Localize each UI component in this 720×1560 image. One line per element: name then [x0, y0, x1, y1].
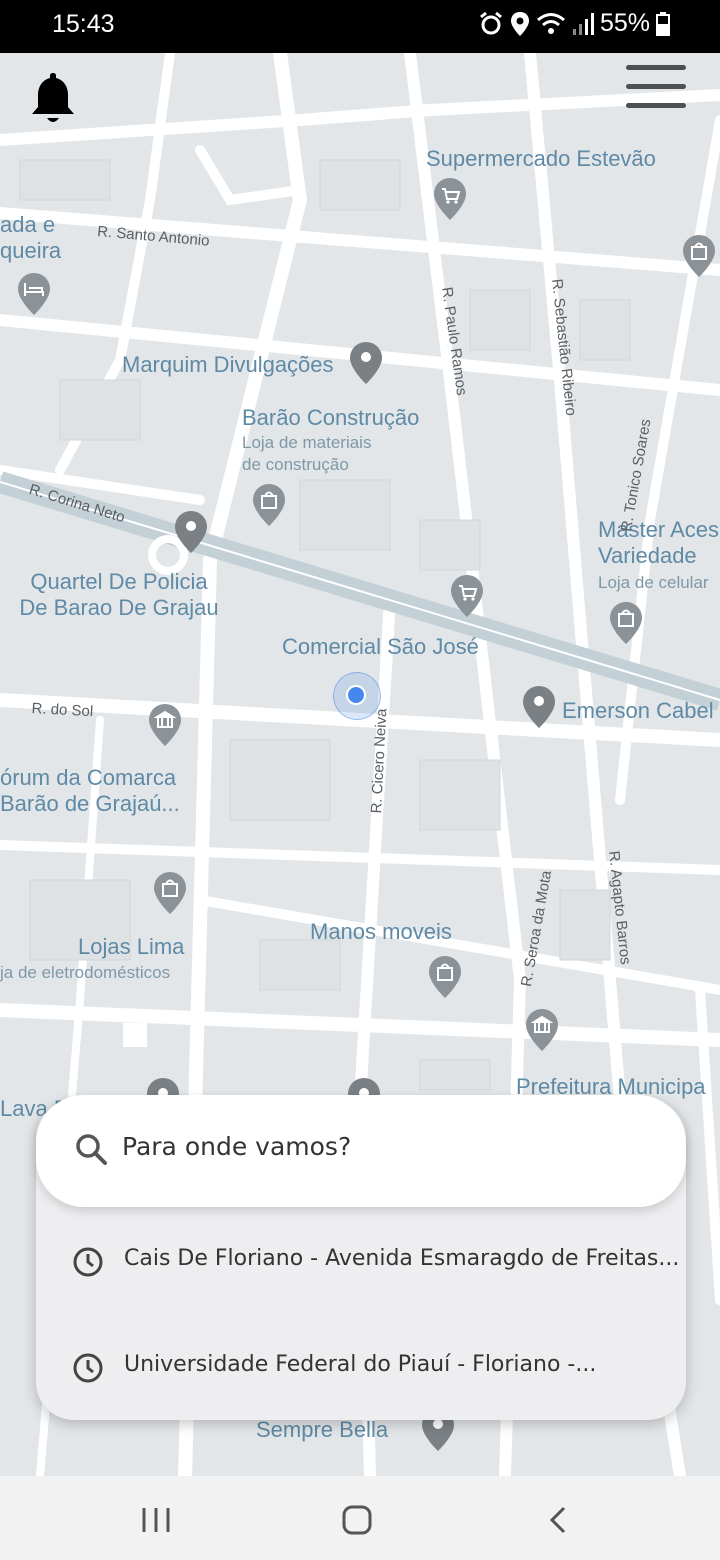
search-icon	[76, 1134, 107, 1165]
poi-label[interactable]: ada e queira	[0, 212, 61, 264]
menu-button[interactable]	[626, 65, 686, 121]
poi-label[interactable]: Master Aces e Variedade	[598, 517, 720, 569]
battery-percent: 55%	[599, 9, 650, 37]
poi-label[interactable]: Quartel De Policia De Barao De Grajau	[14, 569, 224, 621]
poi-label[interactable]: Barão Construção	[242, 405, 419, 431]
poi-label[interactable]: Supermercado Estevão	[426, 146, 656, 172]
menu-line	[626, 84, 686, 89]
poi-label[interactable]: Sempre Bella	[256, 1417, 388, 1443]
government-icon[interactable]	[148, 703, 182, 747]
recent-destination-label: Cais De Floriano - Avenida Esmaragdo de …	[124, 1246, 680, 1271]
shop-icon[interactable]	[428, 955, 462, 999]
status-icons: 55%	[478, 9, 670, 38]
poi-label[interactable]: Manos moveis	[310, 919, 452, 945]
shop-icon[interactable]	[609, 601, 643, 645]
recent-destination-label: Universidade Federal do Piauí - Floriano…	[124, 1352, 597, 1377]
recent-apps-icon[interactable]	[136, 1504, 176, 1536]
search-placeholder: Para onde vamos?	[122, 1132, 352, 1161]
wifi-icon	[536, 12, 565, 34]
poi-label[interactable]: Emerson Cabel	[562, 698, 714, 724]
recent-destination-item[interactable]: Cais De Floriano - Avenida Esmaragdo de …	[36, 1220, 686, 1300]
shop-icon[interactable]	[682, 234, 716, 278]
cart-icon[interactable]	[450, 574, 484, 618]
poi-label[interactable]: Marquim Divulgações	[122, 352, 334, 378]
cart-icon[interactable]	[433, 177, 467, 221]
menu-line	[626, 103, 686, 108]
shop-icon[interactable]	[252, 483, 286, 527]
street-label: R. do Sol	[31, 700, 94, 721]
recent-destination-item[interactable]: Universidade Federal do Piauí - Floriano…	[36, 1326, 686, 1406]
home-icon[interactable]	[337, 1504, 377, 1536]
poi-label[interactable]: Comercial São José	[282, 634, 479, 660]
shop-icon[interactable]	[153, 871, 187, 915]
search-bar[interactable]: Para onde vamos?	[36, 1095, 686, 1207]
poi-subtitle: ja de eletrodomésticos	[0, 963, 171, 982]
poi-label[interactable]: Lojas Lima	[78, 934, 184, 960]
status-bar: 15:43 55%	[0, 0, 720, 53]
battery-icon	[656, 11, 670, 36]
pin-icon[interactable]	[349, 341, 383, 385]
pin-icon[interactable]	[174, 510, 208, 554]
location-icon	[510, 11, 529, 36]
poi-subtitle: Loja de celular	[598, 573, 709, 592]
hotel-icon[interactable]	[17, 272, 51, 316]
user-location-marker	[333, 672, 381, 720]
clock-icon	[73, 1353, 103, 1383]
back-icon[interactable]	[540, 1504, 580, 1536]
status-time: 15:43	[52, 10, 115, 38]
system-nav-bar	[0, 1476, 720, 1560]
alarm-icon	[480, 11, 502, 34]
poi-subtitle: Loja de materiais de construção	[242, 433, 372, 474]
bell-icon[interactable]	[28, 69, 78, 129]
pin-icon[interactable]	[522, 685, 556, 729]
menu-line	[626, 65, 686, 70]
government-icon[interactable]	[525, 1008, 559, 1052]
poi-label[interactable]: órum da Comarca Barão de Grajaú...	[0, 765, 195, 817]
clock-icon	[73, 1247, 103, 1277]
signal-icon	[572, 12, 594, 35]
destination-sheet: Para onde vamos? Cais De Floriano - Aven…	[36, 1095, 686, 1420]
